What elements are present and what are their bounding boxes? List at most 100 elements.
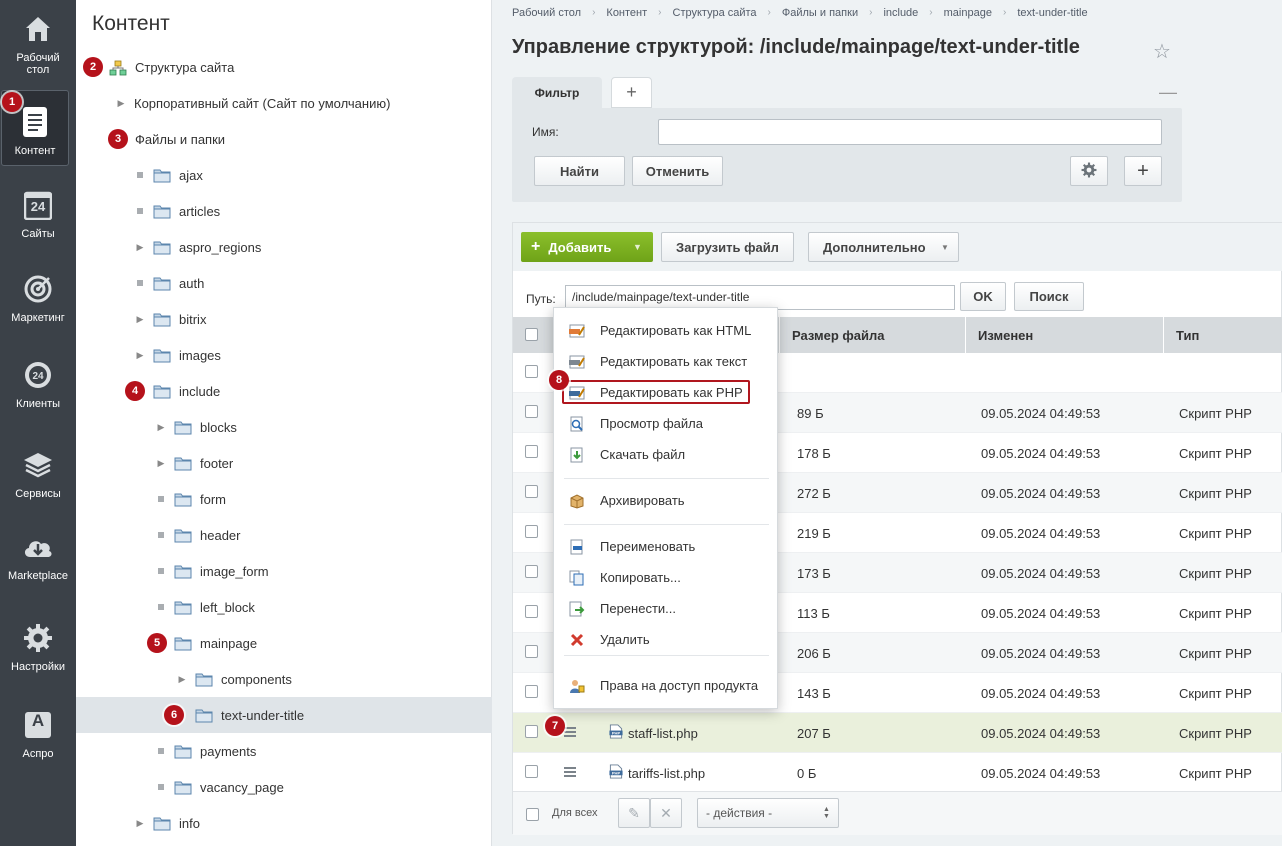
tree-node[interactable]: payments bbox=[156, 733, 256, 769]
sidebar-item-clients[interactable]: 24 Клиенты bbox=[0, 358, 76, 410]
tree-node[interactable]: include bbox=[135, 373, 220, 409]
breadcrumb-item[interactable]: include bbox=[883, 7, 918, 19]
tree-node[interactable]: auth bbox=[135, 265, 204, 301]
row-checkbox[interactable] bbox=[525, 645, 538, 658]
path-search-button[interactable]: Поиск bbox=[1014, 282, 1084, 311]
expand-arrow-icon[interactable]: ▶ bbox=[135, 350, 145, 361]
sidebar-item-desktop[interactable]: Рабочий стол bbox=[0, 12, 76, 76]
folder-icon bbox=[153, 168, 171, 183]
context-menu-item[interactable]: Переименовать bbox=[554, 531, 779, 562]
context-menu-item[interactable]: Права на доступ продукта bbox=[554, 670, 779, 701]
tree-node[interactable]: form bbox=[156, 481, 226, 517]
column-header-type[interactable]: Тип bbox=[1163, 317, 1282, 353]
sidebar-item-aspro[interactable]: A Аспро bbox=[0, 708, 76, 760]
filter-name-input[interactable] bbox=[658, 119, 1162, 145]
tree-node[interactable]: ▶ bitrix bbox=[135, 301, 206, 337]
context-menu-item[interactable]: Редактировать как HTML bbox=[554, 315, 779, 346]
tree-node[interactable]: header bbox=[156, 517, 240, 553]
cancel-button[interactable]: Отменить bbox=[632, 156, 723, 186]
sidebar-item-services[interactable]: Сервисы bbox=[0, 448, 76, 500]
breadcrumb-item[interactable]: Структура сайта bbox=[673, 7, 757, 19]
tree-node-label: images bbox=[179, 347, 221, 363]
tree-node[interactable]: ▶ Корпоративный сайт (Сайт по умолчанию) bbox=[116, 85, 391, 121]
tree-node[interactable]: ▶ blocks bbox=[156, 409, 237, 445]
breadcrumb-item[interactable]: mainpage bbox=[944, 7, 992, 19]
tree-node[interactable]: ▶ components bbox=[177, 661, 292, 697]
add-button[interactable]: + Добавить ▼ bbox=[521, 232, 653, 262]
find-button[interactable]: Найти bbox=[534, 156, 625, 186]
tree-node[interactable]: text-under-title bbox=[76, 697, 492, 733]
table-row[interactable]: PHP staff-list.php 207 Б 09.05.2024 04:49:5… bbox=[513, 713, 1282, 753]
sidebar-item-settings[interactable]: Настройки bbox=[0, 621, 76, 673]
context-menu-item[interactable]: Архивировать bbox=[554, 485, 779, 516]
tree-node[interactable]: ▶ info bbox=[135, 805, 200, 841]
row-menu-icon[interactable] bbox=[564, 727, 576, 739]
breadcrumb-item[interactable]: Файлы и папки bbox=[782, 7, 858, 19]
row-checkbox[interactable] bbox=[525, 405, 538, 418]
tree-node[interactable]: ajax bbox=[135, 157, 203, 193]
row-checkbox[interactable] bbox=[525, 725, 538, 738]
context-menu-item[interactable]: Просмотр файла bbox=[554, 408, 779, 439]
delete-selected-button[interactable]: ✕ bbox=[650, 798, 682, 828]
column-header-size[interactable]: Размер файла bbox=[779, 317, 965, 353]
expand-arrow-icon[interactable]: ▶ bbox=[116, 98, 126, 109]
upload-file-button[interactable]: Загрузить файл bbox=[661, 232, 794, 262]
context-menu-item[interactable]: Копировать... bbox=[554, 562, 779, 593]
edit-selected-button[interactable]: ✎ bbox=[618, 798, 650, 828]
row-checkbox[interactable] bbox=[525, 445, 538, 458]
tree-node[interactable]: Файлы и папки bbox=[135, 121, 225, 157]
breadcrumb-item[interactable]: Рабочий стол bbox=[512, 7, 581, 19]
sidebar-item-marketplace[interactable]: Marketplace bbox=[0, 530, 76, 582]
expand-arrow-icon[interactable]: ▶ bbox=[156, 422, 166, 433]
tree-node[interactable]: image_form bbox=[156, 553, 269, 589]
row-checkbox[interactable] bbox=[525, 765, 538, 778]
tree-node[interactable]: vacancy_page bbox=[156, 769, 284, 805]
column-header-modified[interactable]: Изменен bbox=[965, 317, 1163, 353]
expand-arrow-icon[interactable]: ▶ bbox=[156, 458, 166, 469]
more-button[interactable]: Дополнительно ▼ bbox=[808, 232, 959, 262]
filter-settings-button[interactable] bbox=[1070, 156, 1108, 186]
tree-node[interactable]: left_block bbox=[156, 589, 255, 625]
context-menu-item[interactable]: Редактировать как текст bbox=[554, 346, 779, 377]
row-checkbox[interactable] bbox=[525, 525, 538, 538]
table-row[interactable]: PHP tariffs-list.php 0 Б 09.05.2024 04:49:5… bbox=[513, 753, 1282, 793]
filter-add-field-button[interactable]: + bbox=[1124, 156, 1162, 186]
tree-node[interactable]: Структура сайта bbox=[109, 49, 234, 85]
expand-arrow-icon[interactable]: ▶ bbox=[135, 818, 145, 829]
apply-to-all-checkbox[interactable] bbox=[526, 808, 539, 821]
breadcrumb-item[interactable]: text-under-title bbox=[1017, 7, 1087, 19]
sidebar-item-label: Маркетинг bbox=[11, 312, 65, 324]
breadcrumb-item[interactable]: Контент bbox=[606, 7, 647, 19]
tree-node[interactable]: ▶ footer bbox=[156, 445, 233, 481]
expand-arrow-icon[interactable]: ▶ bbox=[177, 674, 187, 685]
context-menu-item[interactable]: Скачать файл bbox=[554, 439, 779, 470]
tree-node[interactable]: ▶ aspro_regions bbox=[135, 229, 261, 265]
file-name-cell[interactable]: PHP staff-list.php bbox=[609, 713, 698, 753]
copy-icon bbox=[554, 570, 600, 586]
actions-select[interactable]: - действия - ▲ ▼ bbox=[697, 798, 839, 828]
row-checkbox[interactable] bbox=[525, 365, 538, 378]
expand-arrow-icon[interactable]: ▶ bbox=[135, 314, 145, 325]
tree-node[interactable]: ▶ images bbox=[135, 337, 221, 373]
sidebar-item-marketing[interactable]: Маркетинг bbox=[0, 272, 76, 324]
add-filter-tab-button[interactable]: + bbox=[611, 77, 652, 108]
tab-filter[interactable]: Фильтр bbox=[512, 77, 602, 109]
context-menu-item-label: Редактировать как текст bbox=[600, 354, 748, 369]
row-checkbox[interactable] bbox=[525, 685, 538, 698]
tree-node[interactable]: articles bbox=[135, 193, 220, 229]
row-checkbox[interactable] bbox=[525, 565, 538, 578]
file-name-cell[interactable]: PHP tariffs-list.php bbox=[609, 753, 705, 793]
tree-node[interactable]: mainpage bbox=[156, 625, 257, 661]
row-checkbox[interactable] bbox=[525, 605, 538, 618]
collapse-filter-icon[interactable]: — bbox=[1159, 82, 1177, 103]
file-modified: 09.05.2024 04:49:53 bbox=[981, 525, 1101, 541]
row-checkbox[interactable] bbox=[525, 485, 538, 498]
select-all-checkbox[interactable] bbox=[525, 328, 538, 341]
context-menu-item[interactable]: Удалить bbox=[554, 624, 779, 655]
row-menu-icon[interactable] bbox=[564, 767, 576, 779]
expand-arrow-icon[interactable]: ▶ bbox=[135, 242, 145, 253]
path-ok-button[interactable]: OK bbox=[960, 282, 1006, 311]
context-menu-item[interactable]: Перенести... bbox=[554, 593, 779, 624]
sidebar-item-sites[interactable]: 24 Сайты bbox=[0, 188, 76, 240]
star-icon[interactable]: ☆ bbox=[1153, 39, 1171, 64]
